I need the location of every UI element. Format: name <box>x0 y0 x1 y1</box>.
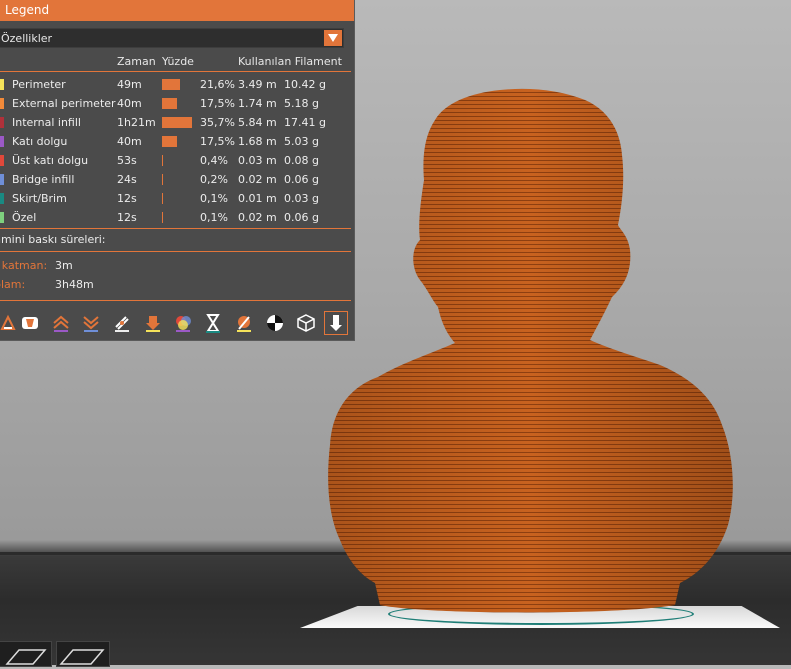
feature-weight: 10.42 g <box>284 78 326 91</box>
color-swatch <box>0 155 4 166</box>
color-swatch <box>0 98 4 109</box>
view-type-value: Özellikler <box>1 32 53 45</box>
percent-bar <box>162 155 163 166</box>
feature-name: Internal infill <box>12 116 81 129</box>
percent-bar <box>162 117 192 128</box>
feature-length: 0.02 m <box>238 211 277 224</box>
header-divider <box>0 71 351 72</box>
feature-length: 0.03 m <box>238 154 277 167</box>
feature-time: 49m <box>117 78 142 91</box>
legend-row[interactable]: External perimeter 40m 17,5% 1.74 m 5.18 g <box>0 95 351 114</box>
feature-length: 5.84 m <box>238 116 277 129</box>
seams-icon[interactable] <box>110 311 134 335</box>
feature-weight: 0.06 g <box>284 211 319 224</box>
feature-name: Katı dolgu <box>12 135 68 148</box>
feature-weight: 0.03 g <box>284 192 319 205</box>
percent-bar <box>162 174 163 185</box>
legend-panel: Legend Özellikler Zaman Yüzde Kullanılan… <box>0 0 355 341</box>
model-preview[interactable] <box>320 85 740 620</box>
travel-icon[interactable] <box>0 311 20 335</box>
feature-length: 3.49 m <box>238 78 277 91</box>
legend-title: Legend <box>0 0 354 21</box>
feature-percent: 0,2% <box>200 173 228 186</box>
total-label: plam: <box>0 278 26 291</box>
feature-weight: 5.03 g <box>284 135 319 148</box>
header-filament: Kullanılan Filament <box>238 55 342 68</box>
first-layer-label: t katman: <box>0 259 48 272</box>
feature-time: 40m <box>117 97 142 110</box>
shells-icon[interactable] <box>294 311 318 335</box>
feature-weight: 0.08 g <box>284 154 319 167</box>
feature-length: 1.68 m <box>238 135 277 148</box>
percent-bar <box>162 193 163 204</box>
percent-bar <box>162 79 180 90</box>
bottom-view-button-2[interactable] <box>56 641 110 667</box>
color-swatch <box>0 136 4 147</box>
feature-time: 40m <box>117 135 142 148</box>
feature-length: 0.02 m <box>238 173 277 186</box>
feature-time: 12s <box>117 211 137 224</box>
divider <box>0 228 351 229</box>
percent-bar <box>162 98 177 109</box>
divider <box>0 300 351 301</box>
legend-row[interactable]: Bridge infill 24s 0,2% 0.02 m 0.06 g <box>0 171 351 190</box>
feature-percent: 35,7% <box>200 116 235 129</box>
chevron-down-icon[interactable] <box>324 30 342 46</box>
feature-time: 12s <box>117 192 137 205</box>
custom-gcodes-icon[interactable] <box>232 311 256 335</box>
feature-time: 1h21m <box>117 116 156 129</box>
feature-percent: 17,5% <box>200 97 235 110</box>
estimate-title: hmini baskı süreleri: <box>0 233 106 246</box>
tool-changes-icon[interactable] <box>141 311 165 335</box>
feature-percent: 0,1% <box>200 192 228 205</box>
color-swatch <box>0 193 4 204</box>
header-time: Zaman <box>117 55 156 68</box>
retractions-icon[interactable] <box>49 311 73 335</box>
pause-prints-icon[interactable] <box>201 311 225 335</box>
feature-time: 24s <box>117 173 137 186</box>
legend-row[interactable]: Özel 12s 0,1% 0.02 m 0.06 g <box>0 209 351 228</box>
feature-name: Bridge infill <box>12 173 75 186</box>
tool-marker-icon[interactable] <box>324 311 348 335</box>
color-swatch <box>0 79 4 90</box>
feature-length: 0.01 m <box>238 192 277 205</box>
bottom-view-button-1[interactable] <box>0 641 52 667</box>
legend-row[interactable]: Internal infill 1h21m 35,7% 5.84 m 17.41 g <box>0 114 351 133</box>
color-swatch <box>0 174 4 185</box>
feature-weight: 17.41 g <box>284 116 326 129</box>
legend-row[interactable]: Perimeter 49m 21,6% 3.49 m 10.42 g <box>0 76 351 95</box>
percent-bar <box>162 136 177 147</box>
first-layer-value: 3m <box>55 259 73 272</box>
deretractions-icon[interactable] <box>79 311 103 335</box>
visibility-toolbar <box>0 311 351 337</box>
legend-row[interactable]: Katı dolgu 40m 17,5% 1.68 m 5.03 g <box>0 133 351 152</box>
color-changes-icon[interactable] <box>171 311 195 335</box>
feature-length: 1.74 m <box>238 97 277 110</box>
feature-name: Skirt/Brim <box>12 192 67 205</box>
percent-bar <box>162 212 163 223</box>
feature-name: Özel <box>12 211 37 224</box>
feature-percent: 17,5% <box>200 135 235 148</box>
feature-weight: 0.06 g <box>284 173 319 186</box>
feature-percent: 21,6% <box>200 78 235 91</box>
feature-name: Üst katı dolgu <box>12 154 89 167</box>
legend-row[interactable]: Üst katı dolgu 53s 0,4% 0.03 m 0.08 g <box>0 152 351 171</box>
feature-percent: 0,1% <box>200 211 228 224</box>
feature-name: External perimeter <box>12 97 116 110</box>
feature-weight: 5.18 g <box>284 97 319 110</box>
feature-time: 53s <box>117 154 137 167</box>
center-of-gravity-icon[interactable] <box>263 311 287 335</box>
header-percent: Yüzde <box>162 55 194 68</box>
view-type-select[interactable]: Özellikler <box>0 28 344 48</box>
feature-percent: 0,4% <box>200 154 228 167</box>
wipe-icon[interactable] <box>18 311 42 335</box>
color-swatch <box>0 212 4 223</box>
divider <box>0 251 351 252</box>
total-value: 3h48m <box>55 278 94 291</box>
legend-row[interactable]: Skirt/Brim 12s 0,1% 0.01 m 0.03 g <box>0 190 351 209</box>
feature-name: Perimeter <box>12 78 66 91</box>
color-swatch <box>0 117 4 128</box>
